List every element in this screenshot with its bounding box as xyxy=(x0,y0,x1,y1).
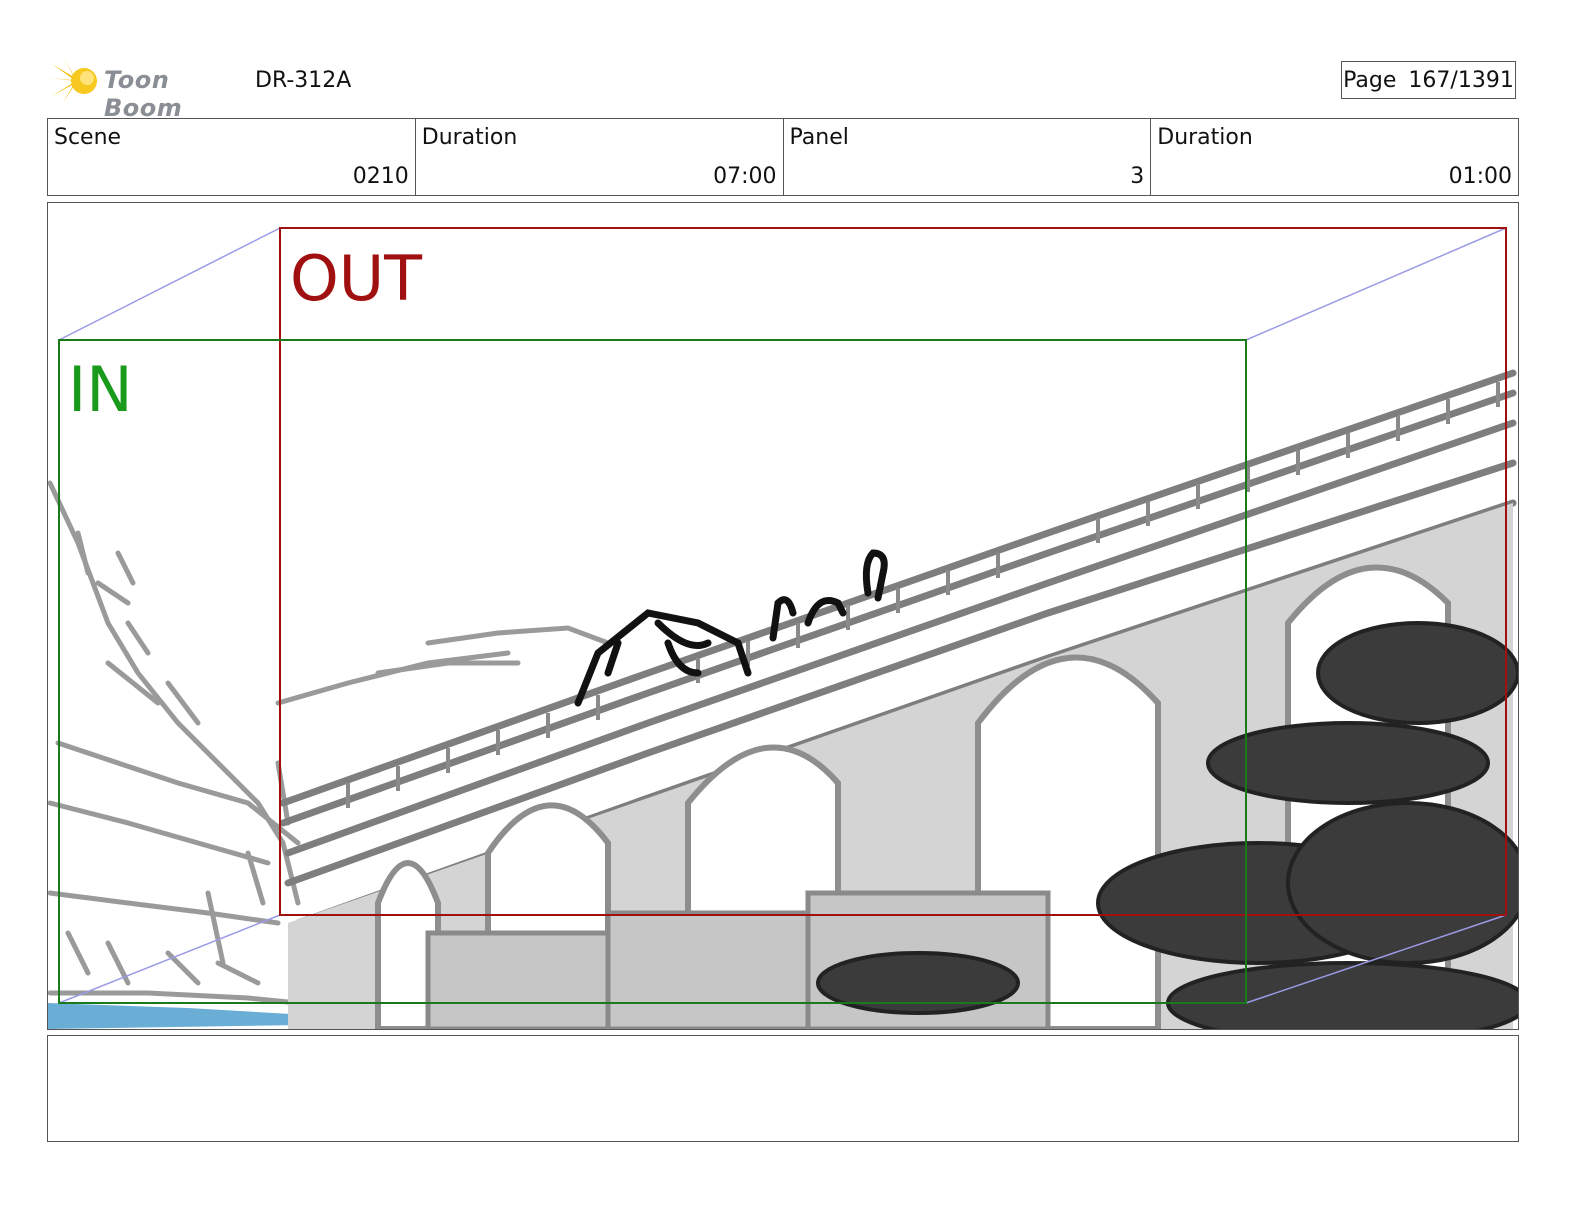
logo-text: Toon Boom xyxy=(104,66,183,122)
panel-value: 3 xyxy=(1130,164,1145,189)
out-label: OUT xyxy=(290,242,423,315)
info-row: Scene 0210 Duration 07:00 Panel 3 Durati… xyxy=(47,118,1519,196)
scene-cell: Scene 0210 xyxy=(48,119,416,195)
scene-label: Scene xyxy=(54,125,122,150)
sun-burst-icon xyxy=(50,58,97,104)
toon-boom-logo: Toon Boom xyxy=(50,56,240,122)
panel-duration-label: Duration xyxy=(1157,125,1253,150)
scene-duration-value: 07:00 xyxy=(713,164,777,189)
notes-box xyxy=(47,1035,1519,1142)
panel-cell: Panel 3 xyxy=(784,119,1152,195)
panel-duration-cell: Duration 01:00 xyxy=(1151,119,1518,195)
page-number: 167/1391 xyxy=(1408,67,1514,93)
scene-value: 0210 xyxy=(352,164,409,189)
panel-sketch: OUT IN xyxy=(48,227,1518,1029)
in-label: IN xyxy=(68,353,133,426)
page-indicator: Page 167/1391 xyxy=(1341,61,1516,99)
project-code: DR-312A xyxy=(255,68,352,93)
scene-duration-label: Duration xyxy=(421,125,518,150)
panel-label: Panel xyxy=(789,125,849,150)
scene-duration-cell: Duration 07:00 xyxy=(416,119,784,195)
storyboard-panel: OUT IN xyxy=(47,202,1519,1030)
panel-duration-value: 01:00 xyxy=(1448,164,1512,189)
page-label: Page xyxy=(1343,67,1397,93)
